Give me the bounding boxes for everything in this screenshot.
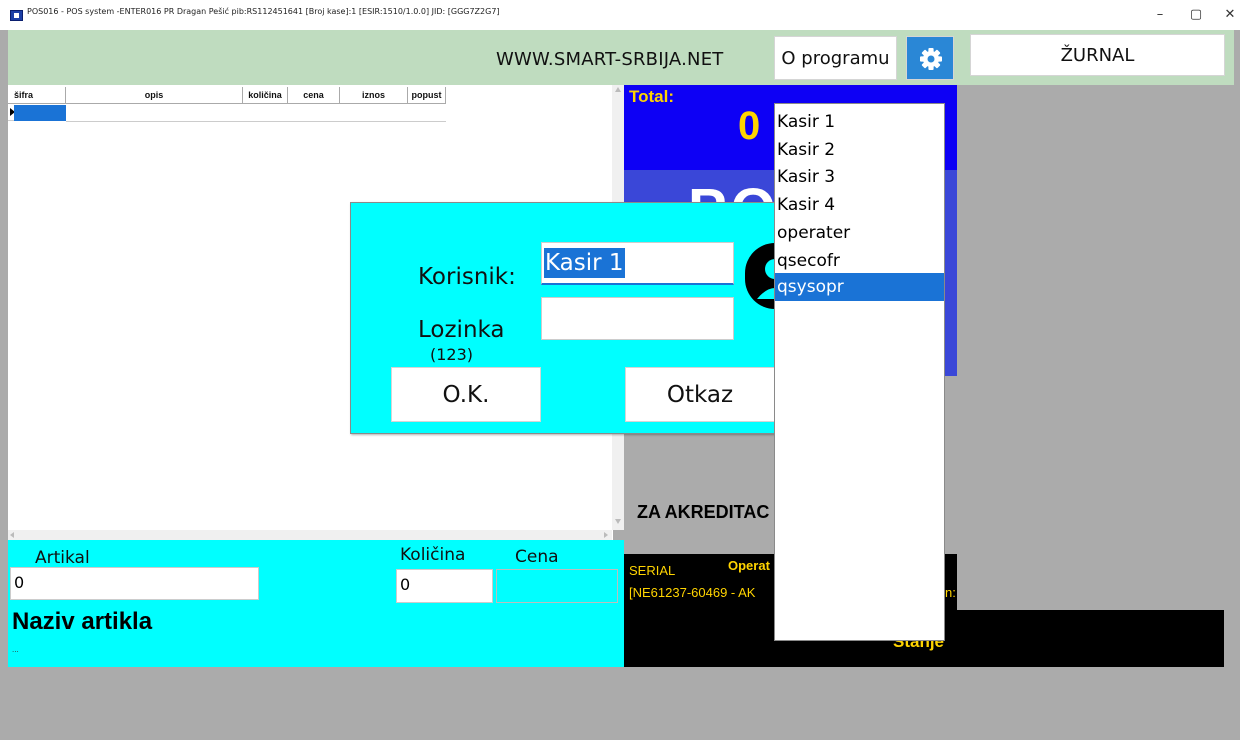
list-item-kasir-2[interactable]: Kasir 2 — [775, 136, 944, 164]
journal-button[interactable]: ŽURNAL — [970, 34, 1225, 76]
total-label: Total: — [629, 87, 675, 106]
user-combobox[interactable]: Kasir 1 — [541, 242, 734, 285]
user-value: Kasir 1 — [544, 248, 625, 278]
website-label: WWW.SMART-SRBIJA.NET — [496, 49, 724, 70]
list-item-qsecofr[interactable]: qsecofr — [775, 247, 944, 275]
horizontal-scrollbar[interactable] — [8, 530, 612, 540]
column-header-kolicina[interactable]: količina — [243, 87, 288, 104]
close-button[interactable]: ✕ — [1212, 4, 1240, 26]
gear-icon — [920, 48, 942, 70]
article-label: Artikal — [35, 548, 90, 568]
maximize-button[interactable]: ▢ — [1178, 4, 1214, 26]
table-row[interactable] — [66, 121, 446, 122]
settings-button[interactable] — [906, 36, 954, 80]
column-header-opis[interactable]: opis — [66, 87, 243, 104]
article-name-label: Naziv artikla — [12, 608, 153, 635]
column-header-sifra[interactable]: šifra — [8, 87, 66, 104]
window-title: POS016 - POS system -ENTER016 PR Dragan … — [27, 7, 500, 16]
quantity-input[interactable]: 0 — [396, 569, 493, 603]
column-header-popust[interactable]: popust — [408, 87, 446, 104]
serial-suffix: n: — [945, 585, 956, 600]
article-name-value: ... — [12, 645, 19, 654]
app-icon — [10, 10, 23, 21]
minimize-button[interactable]: – — [1142, 4, 1178, 26]
serial-label: SERIAL — [629, 563, 676, 578]
list-item-qsysopr[interactable]: qsysopr — [775, 273, 944, 301]
user-label: Korisnik: — [418, 264, 516, 290]
price-label: Cena — [515, 547, 559, 567]
total-value: 0 — [738, 104, 761, 148]
password-label: Lozinka — [418, 317, 505, 343]
quantity-label: Količina — [400, 545, 466, 565]
column-header-iznos[interactable]: iznos — [340, 87, 408, 104]
column-header-cena[interactable]: cena — [288, 87, 340, 104]
footer-area — [8, 667, 1234, 740]
about-button[interactable]: O programu — [774, 36, 897, 80]
article-input[interactable]: 0 — [10, 567, 259, 600]
price-input[interactable] — [496, 569, 618, 603]
cancel-button[interactable]: Otkaz — [625, 367, 775, 422]
accreditation-text: ZA AKREDITAC — [637, 502, 770, 522]
list-item-kasir-1[interactable]: Kasir 1 — [775, 108, 944, 136]
password-field[interactable] — [541, 297, 734, 340]
list-item-kasir-4[interactable]: Kasir 4 — [775, 191, 944, 219]
operator-label: Operat — [728, 558, 770, 573]
table-row-selected-cell[interactable] — [14, 105, 66, 121]
list-item-kasir-3[interactable]: Kasir 3 — [775, 163, 944, 191]
password-hint: (123) — [430, 345, 474, 364]
ok-button[interactable]: O.K. — [391, 367, 541, 422]
list-item-operater[interactable]: operater — [775, 219, 944, 247]
